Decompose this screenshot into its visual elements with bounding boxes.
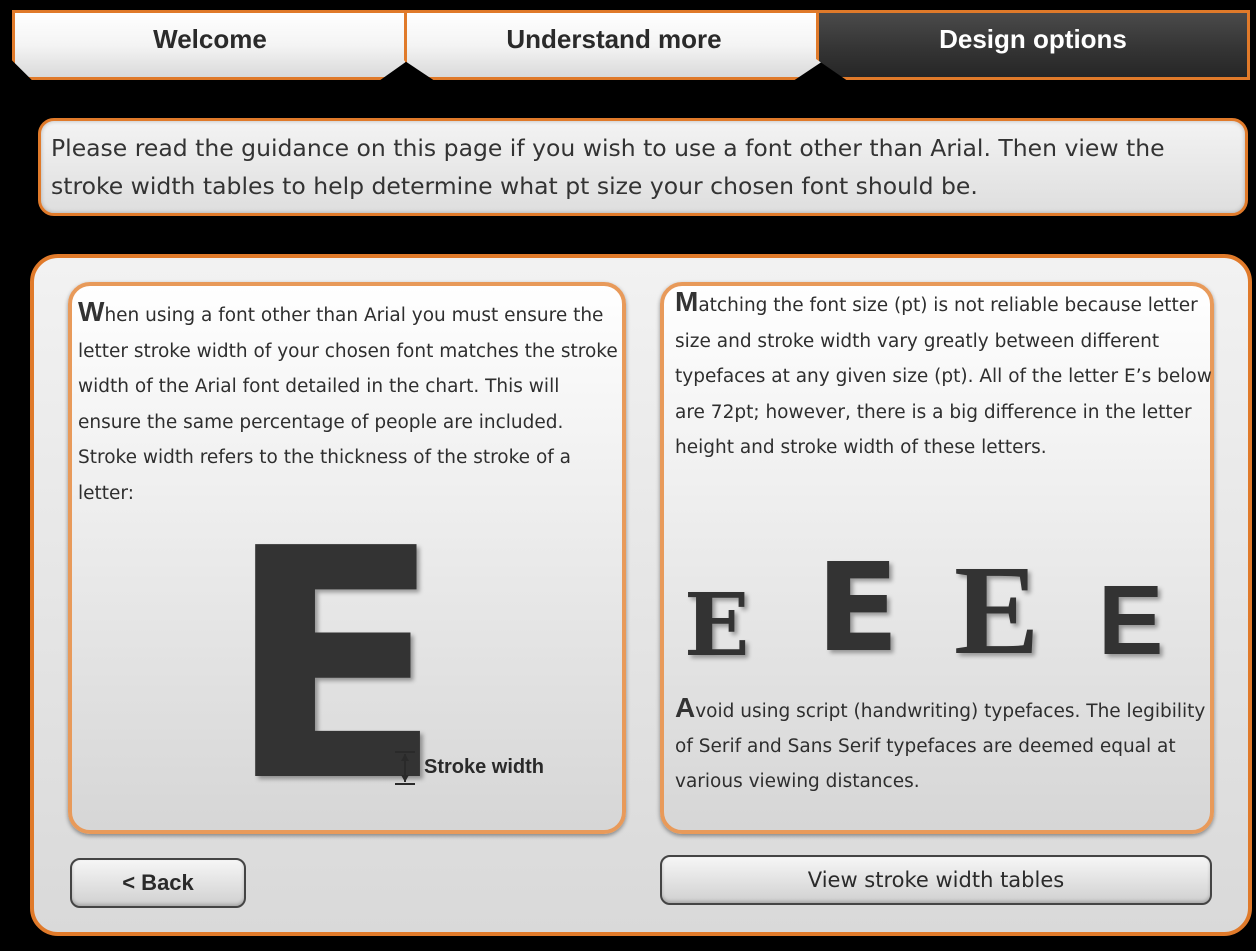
stroke-width-guidance-text: When using a font other than Arial you m… [78,294,623,511]
dropcap-a: A [675,692,696,723]
font-size-explanation-body: atching the font size (pt) is not reliab… [675,295,1212,458]
script-typeface-advice-body: void using script (handwriting) typeface… [675,701,1206,792]
view-stroke-width-tables-label: View stroke width tables [807,868,1065,892]
letter-e-sample-2: E [816,537,900,679]
back-button[interactable]: < Back [70,858,246,908]
intro-box: Please read the guidance on this page if… [38,118,1248,216]
tab-welcome-label: Welcome [153,23,267,54]
stroke-width-label: Stroke width [424,756,545,778]
letter-e-sample-1: E [684,575,750,676]
tab-design-options-label: Design options [939,23,1127,54]
dropcap-w: W [78,296,105,327]
tab-understand-more[interactable]: Understand more [404,10,824,80]
font-size-explanation-text: Matching the font size (pt) is not relia… [675,284,1215,466]
back-button-label: < Back [122,870,194,895]
dropcap-m: M [675,286,699,317]
intro-text: Please read the guidance on this page if… [51,134,1165,200]
letter-e-sample-3: E [954,539,1040,681]
tab-welcome[interactable]: Welcome [12,10,408,80]
view-stroke-width-tables-button[interactable]: View stroke width tables [660,855,1212,905]
stroke-width-guidance-body: hen using a font other than Arial you mu… [78,305,618,504]
tab-design-options[interactable]: Design options [816,10,1250,80]
stroke-width-marker-icon [395,751,415,785]
tab-understand-more-label: Understand more [506,23,722,54]
letter-e-sample-4: E [1098,565,1164,675]
script-typeface-advice-text: Avoid using script (handwriting) typefac… [675,690,1215,799]
